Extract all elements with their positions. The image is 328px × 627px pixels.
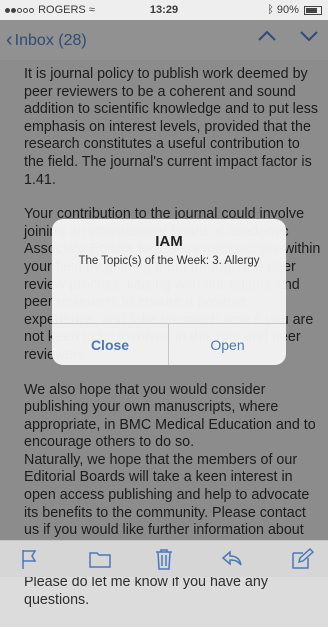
notification-alert: IAM The Topic(s) of the Week: 3. Allergy…: [52, 219, 286, 365]
open-button[interactable]: Open: [169, 324, 286, 365]
trash-icon: [156, 549, 172, 570]
move-folder-button[interactable]: [88, 547, 112, 576]
bluetooth-icon: ᛒ: [267, 4, 274, 16]
compose-button[interactable]: [290, 547, 315, 576]
reply-icon: [221, 550, 242, 566]
close-button[interactable]: Close: [52, 324, 169, 365]
battery-info: ᛒ 90%: [267, 4, 322, 16]
battery-icon: [304, 5, 322, 15]
alert-title: IAM: [155, 233, 183, 250]
alert-message: The Topic(s) of the Week: 3. Allergy: [78, 255, 260, 267]
flag-icon: [22, 550, 37, 569]
trash-button[interactable]: [152, 547, 176, 576]
folder-icon: [89, 552, 111, 568]
flag-button[interactable]: [18, 547, 42, 576]
reply-button[interactable]: [220, 547, 244, 576]
battery-percent: 90%: [276, 4, 299, 16]
status-bar: ROGERS ≈ 13:29 ᛒ 90%: [0, 0, 328, 20]
bottom-toolbar: [0, 540, 328, 577]
email-paragraph: Please do let me know if you have any qu…: [24, 574, 268, 609]
compose-icon: [292, 547, 315, 569]
alert-buttons: Close Open: [52, 323, 286, 365]
